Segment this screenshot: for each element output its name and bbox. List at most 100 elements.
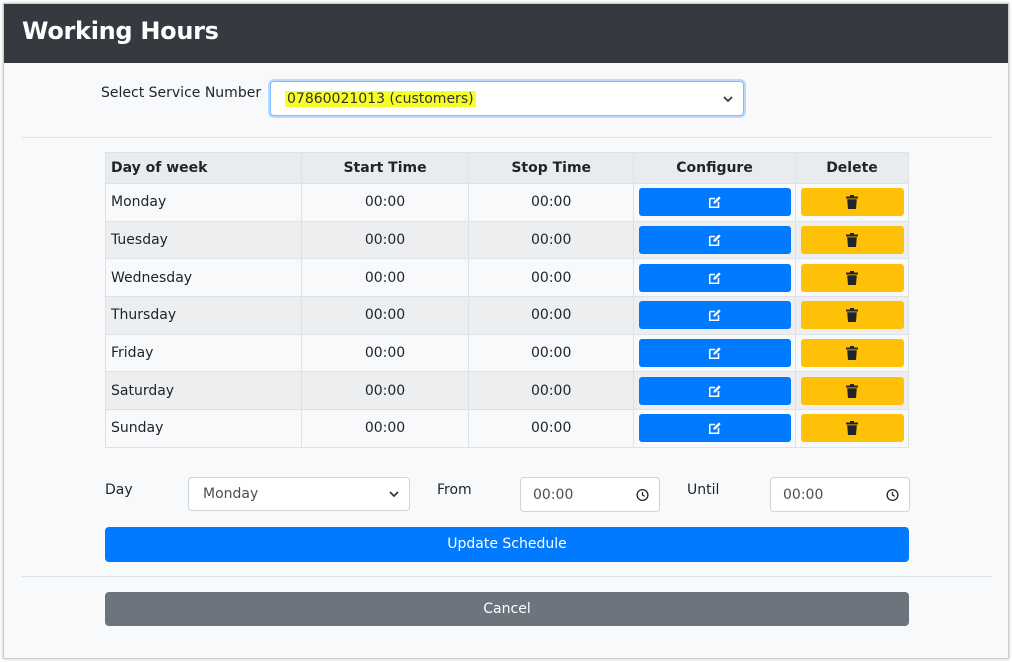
table-row: Monday 00:00 00:00 <box>105 183 909 222</box>
start-time-cell: 00:00 <box>300 333 470 373</box>
start-time-cell: 00:00 <box>300 183 470 222</box>
edit-icon <box>708 196 721 209</box>
schedule-table: Day of week Start Time Stop Time Configu… <box>105 152 909 448</box>
column-header-day: Day of week <box>105 152 302 184</box>
edit-icon <box>708 272 721 284</box>
from-time-value: 00:00 <box>533 486 574 503</box>
configure-button[interactable] <box>638 188 791 217</box>
trash-icon <box>846 346 858 361</box>
until-time-input[interactable]: 00:00 <box>770 477 910 512</box>
delete-cell <box>795 258 909 298</box>
column-header-start-time: Start Time <box>300 152 470 184</box>
delete-button[interactable] <box>800 188 904 217</box>
day-cell: Sunday <box>105 409 302 448</box>
update-schedule-button[interactable]: Update Schedule <box>105 527 909 562</box>
trash-icon <box>846 233 858 248</box>
configure-cell <box>633 409 796 448</box>
configure-button[interactable] <box>638 414 791 443</box>
edit-icon <box>708 347 721 360</box>
table-row: Sunday 00:00 00:00 <box>105 409 909 448</box>
edit-icon <box>708 385 721 397</box>
delete-cell <box>795 333 909 373</box>
edit-icon <box>708 234 721 247</box>
cancel-button[interactable]: Cancel <box>105 592 909 626</box>
configure-cell <box>633 371 796 411</box>
service-number-select[interactable]: 07860021013 (customers) <box>270 81 744 116</box>
table-row: Friday 00:00 00:00 <box>105 333 909 373</box>
table-row: Saturday 00:00 00:00 <box>105 371 909 411</box>
delete-button[interactable] <box>800 263 904 292</box>
table-row: Tuesday 00:00 00:00 <box>105 220 909 260</box>
delete-cell <box>795 409 909 448</box>
configure-cell <box>633 333 796 373</box>
trash-icon <box>846 308 858 323</box>
clock-icon[interactable] <box>636 488 649 501</box>
service-number-label: Select Service Number <box>101 85 262 101</box>
modal-title: Working Hours <box>22 17 219 45</box>
configure-cell <box>633 296 796 335</box>
divider-top <box>22 137 992 138</box>
day-cell: Tuesday <box>105 220 302 260</box>
configure-button[interactable] <box>638 339 791 368</box>
trash-icon <box>846 270 858 285</box>
delete-button[interactable] <box>800 414 904 443</box>
service-number-value: 07860021013 (customers) <box>285 90 476 107</box>
day-cell: Thursday <box>105 296 302 335</box>
trash-icon <box>846 421 858 436</box>
start-time-cell: 00:00 <box>300 409 470 448</box>
stop-time-cell: 00:00 <box>468 220 635 260</box>
stop-time-cell: 00:00 <box>468 183 635 222</box>
table-row: Wednesday 00:00 00:00 <box>105 258 909 298</box>
day-select-value: Monday <box>203 486 259 502</box>
trash-icon <box>846 383 858 398</box>
configure-button[interactable] <box>638 226 791 255</box>
column-header-stop-time: Stop Time <box>468 152 635 184</box>
from-time-input[interactable]: 00:00 <box>520 477 660 512</box>
from-label: From <box>437 482 472 498</box>
delete-cell <box>795 371 909 411</box>
table-header-row: Day of week Start Time Stop Time Configu… <box>105 152 909 184</box>
stop-time-cell: 00:00 <box>468 333 635 373</box>
stop-time-cell: 00:00 <box>468 371 635 411</box>
configure-button[interactable] <box>638 301 791 330</box>
table-row: Thursday 00:00 00:00 <box>105 296 909 335</box>
day-select[interactable]: Monday <box>188 477 410 511</box>
column-header-configure: Configure <box>633 152 796 184</box>
delete-cell <box>795 220 909 260</box>
delete-cell <box>795 183 909 222</box>
column-header-delete: Delete <box>795 152 909 184</box>
clock-icon[interactable] <box>886 488 899 501</box>
until-time-value: 00:00 <box>783 486 824 503</box>
delete-button[interactable] <box>800 376 904 405</box>
delete-button[interactable] <box>800 301 904 330</box>
configure-cell <box>633 183 796 222</box>
day-cell: Wednesday <box>105 258 302 298</box>
stop-time-cell: 00:00 <box>468 296 635 335</box>
configure-cell <box>633 258 796 298</box>
start-time-cell: 00:00 <box>300 258 470 298</box>
day-label: Day <box>105 482 133 498</box>
configure-button[interactable] <box>638 263 791 292</box>
until-label: Until <box>687 482 720 498</box>
modal-header: Working Hours <box>4 4 1008 63</box>
start-time-cell: 00:00 <box>300 296 470 335</box>
stop-time-cell: 00:00 <box>468 409 635 448</box>
configure-button[interactable] <box>638 376 791 405</box>
delete-button[interactable] <box>800 339 904 368</box>
edit-icon <box>708 309 721 322</box>
divider-bottom <box>22 576 992 577</box>
chevron-down-icon <box>389 491 399 498</box>
day-cell: Monday <box>105 183 302 222</box>
start-time-cell: 00:00 <box>300 371 470 411</box>
delete-cell <box>795 296 909 335</box>
stop-time-cell: 00:00 <box>468 258 635 298</box>
delete-button[interactable] <box>800 226 904 255</box>
trash-icon <box>846 195 858 210</box>
edit-icon <box>708 422 721 435</box>
day-cell: Friday <box>105 333 302 373</box>
working-hours-modal: Working Hours Select Service Number 0786… <box>3 3 1009 659</box>
day-cell: Saturday <box>105 371 302 411</box>
chevron-down-icon <box>723 95 733 102</box>
start-time-cell: 00:00 <box>300 220 470 260</box>
configure-cell <box>633 220 796 260</box>
